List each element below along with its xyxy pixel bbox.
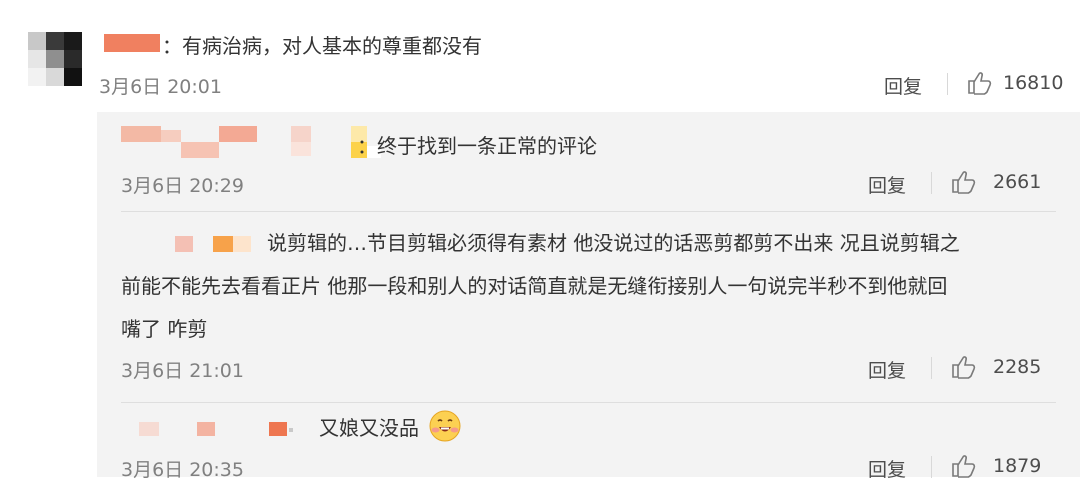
reply-panel: ：终于找到一条正常的评论 3月6日 20:29 回复 2661 说剪辑的…节目剪… xyxy=(97,112,1080,481)
username-redacted[interactable] xyxy=(139,422,299,440)
like-count: 2285 xyxy=(993,356,1042,378)
like-button[interactable] xyxy=(950,354,976,380)
action-divider xyxy=(931,172,932,194)
reply-text-line: 嘴了 咋剪 xyxy=(121,317,208,341)
thumbs-up-icon xyxy=(968,72,992,95)
reply-timestamp: 3月6日 21:01 xyxy=(121,360,244,382)
like-count: 2661 xyxy=(993,171,1042,193)
action-divider xyxy=(931,357,932,379)
reply-button[interactable]: 回复 xyxy=(884,72,922,99)
reply-text-line: 前能不能先去看看正片 他那一段和别人的对话简直就是无缝衔接别人一句说完半秒不到他… xyxy=(121,274,948,298)
like-count: 16810 xyxy=(1003,72,1064,94)
thumbs-up-icon xyxy=(952,171,976,194)
reply-divider xyxy=(121,211,1056,212)
reply-text: 说剪辑的…节目剪辑必须得有素材 他没说过的话恶剪都剪不出来 况且说剪辑之 前能不… xyxy=(121,222,1061,351)
reply-button[interactable]: 回复 xyxy=(868,171,906,198)
like-count: 1879 xyxy=(993,455,1042,477)
reply-button[interactable]: 回复 xyxy=(868,356,906,383)
action-divider xyxy=(931,456,932,478)
reply-timestamp: 3月6日 20:35 xyxy=(121,459,244,481)
comment-timestamp: 3月6日 20:01 xyxy=(99,76,222,98)
reply-text: ：终于找到一条正常的评论 xyxy=(357,134,597,158)
reply-text-line: 说剪辑的…节目剪辑必须得有素材 他没说过的话恶剪都剪不出来 况且说剪辑之 xyxy=(267,231,960,255)
like-button[interactable] xyxy=(966,70,992,96)
comment-text: ：有病治病，对人基本的尊重都没有 xyxy=(162,34,482,58)
avatar[interactable] xyxy=(28,32,82,86)
reply-button[interactable]: 回复 xyxy=(868,455,906,482)
reply-text: 又娘又没品 xyxy=(319,416,419,440)
action-divider xyxy=(947,73,948,95)
like-button[interactable] xyxy=(950,169,976,195)
username-redacted[interactable] xyxy=(104,34,160,52)
reply-divider xyxy=(121,402,1056,403)
like-button[interactable] xyxy=(950,453,976,479)
reply-timestamp: 3月6日 20:29 xyxy=(121,175,244,197)
username-redacted[interactable] xyxy=(121,126,381,158)
thumbs-up-icon xyxy=(952,356,976,379)
thumbs-up-icon xyxy=(952,455,976,478)
grinning-blush-emoji-icon xyxy=(427,409,463,443)
